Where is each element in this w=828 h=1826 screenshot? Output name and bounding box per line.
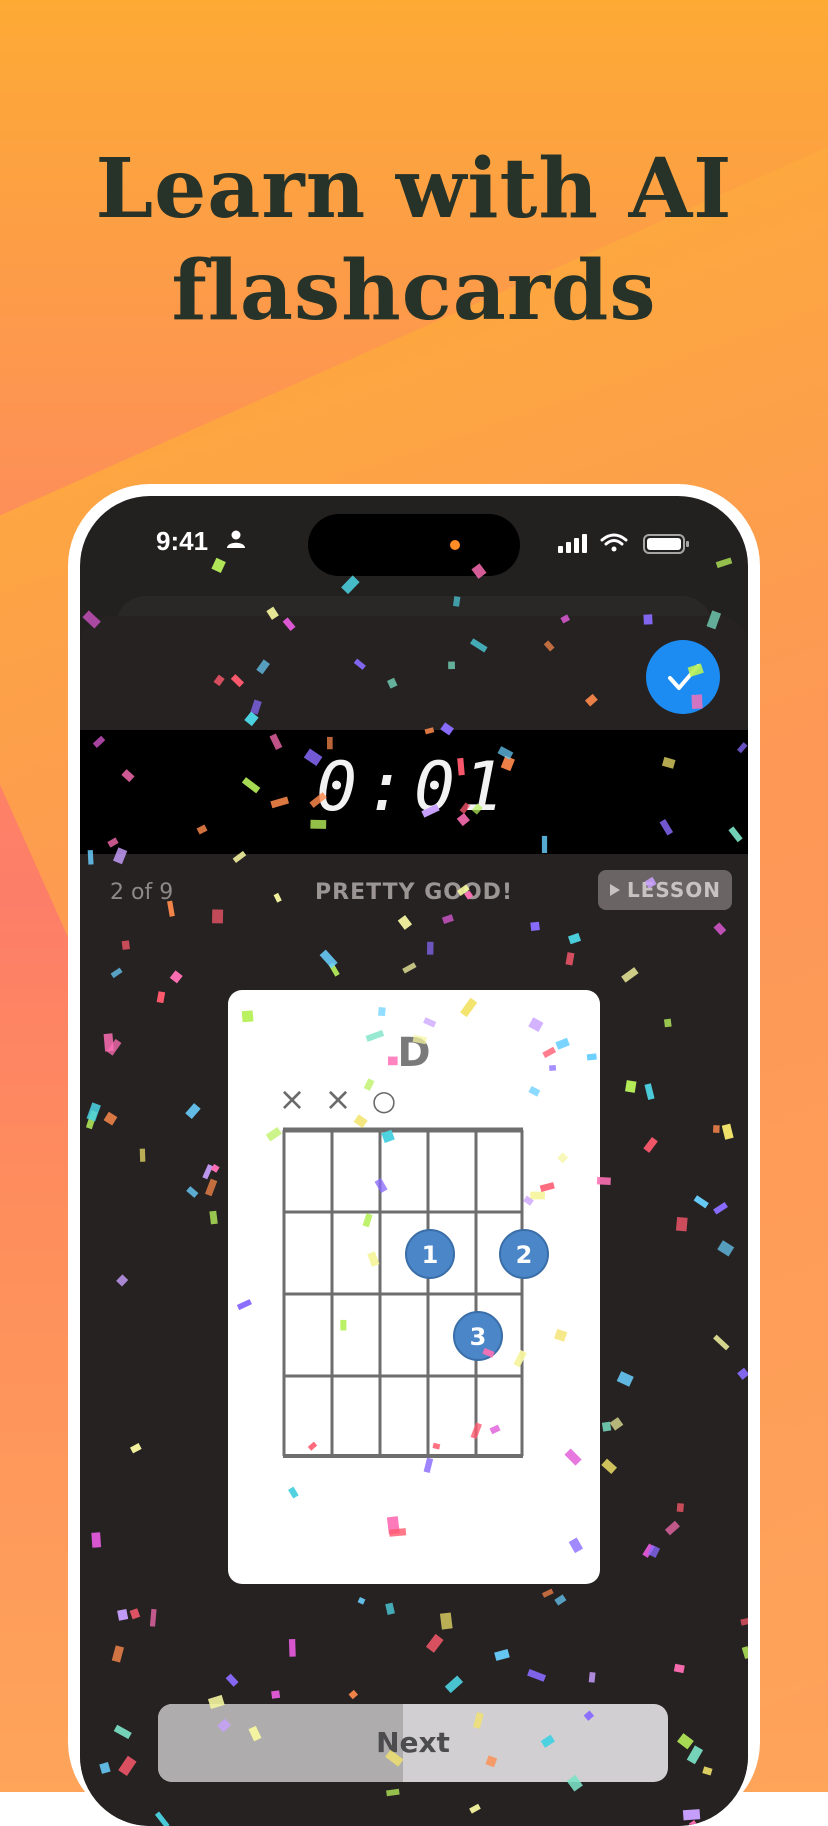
finger-number-3: 3	[470, 1323, 487, 1351]
confetti-piece	[715, 557, 733, 569]
finger-dot-2: 2	[499, 1229, 549, 1279]
battery-icon	[643, 534, 689, 554]
confetti-piece	[211, 557, 226, 574]
person-icon	[227, 530, 245, 548]
chord-diagram: × × ○ 1 2 3	[279, 1080, 549, 1458]
string-marker-2: ×	[325, 1080, 352, 1118]
signal-icon	[558, 534, 587, 553]
timer-display: 0:01	[316, 748, 512, 827]
check-button[interactable]	[646, 640, 720, 714]
finger-dot-1: 1	[405, 1229, 455, 1279]
timer-bar: 0:01	[80, 730, 748, 854]
play-icon	[609, 884, 620, 896]
camera-indicator-dot	[450, 540, 460, 550]
muted-string-markers: × × ○	[279, 1080, 397, 1118]
headline: Learn with AI flashcards	[0, 138, 828, 342]
lesson-button-label: LESSON	[626, 878, 722, 902]
status-time: 9:41	[156, 526, 209, 556]
fretboard	[282, 1127, 524, 1458]
dynamic-island	[308, 514, 520, 576]
headline-line-2: flashcards	[171, 243, 657, 339]
finger-number-2: 2	[516, 1241, 533, 1269]
finger-number-1: 1	[422, 1241, 439, 1269]
chord-card: D × × ○ 1 2 3	[228, 990, 600, 1584]
wifi-icon	[600, 533, 628, 552]
lesson-button[interactable]: LESSON	[598, 870, 732, 910]
next-button-label: Next	[376, 1726, 450, 1759]
headline-line-1: Learn with AI	[95, 141, 733, 237]
checkmark-icon	[668, 664, 700, 690]
finger-dot-3: 3	[453, 1311, 503, 1361]
string-marker-3: ○	[372, 1084, 396, 1117]
next-button[interactable]: Next	[158, 1704, 668, 1782]
status-icons	[558, 533, 689, 554]
string-marker-1: ×	[279, 1080, 306, 1118]
confetti-piece	[341, 575, 360, 595]
phone-screen: 9:41 0:01 2 of 9 PRETTY GOOD! LESSON D ×…	[80, 496, 748, 1826]
